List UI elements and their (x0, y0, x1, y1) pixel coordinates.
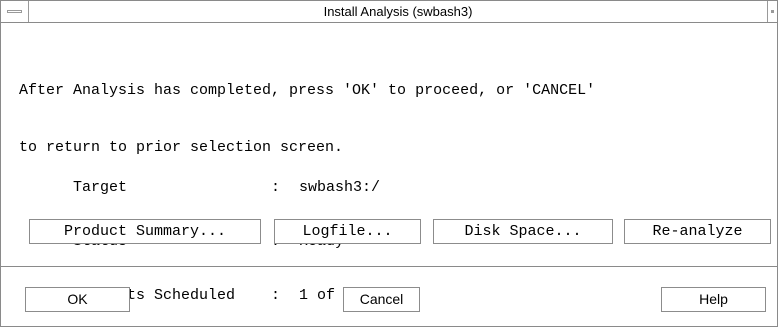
install-analysis-window: Install Analysis (swbash3) After Analysi… (0, 0, 778, 327)
window-control-button[interactable] (767, 1, 777, 22)
cancel-button[interactable]: Cancel (343, 287, 420, 312)
ok-button[interactable]: OK (25, 287, 130, 312)
window-control-icon (771, 10, 774, 13)
product-summary-button[interactable]: Product Summary... (29, 219, 261, 244)
target-colon: : (271, 179, 281, 196)
window-menu-button[interactable] (1, 1, 29, 22)
instruction-line-1: After Analysis has completed, press 'OK'… (19, 82, 596, 99)
products-scheduled-colon: : (271, 287, 281, 304)
help-button[interactable]: Help (661, 287, 766, 312)
title-bar[interactable]: Install Analysis (swbash3) (1, 1, 777, 23)
logfile-button[interactable]: Logfile... (274, 219, 421, 244)
target-value: swbash3:/ (299, 179, 381, 196)
button-area-separator (1, 266, 777, 267)
window-title: Install Analysis (swbash3) (323, 4, 473, 19)
reanalyze-button[interactable]: Re-analyze (624, 219, 771, 244)
info-row-products-scheduled: Products Scheduled:1 of 1 (19, 266, 380, 304)
disk-space-button[interactable]: Disk Space... (433, 219, 613, 244)
target-label: Target (73, 179, 128, 196)
window-menu-icon (7, 10, 22, 13)
info-row-target: Target: swbash3:/ (19, 158, 380, 196)
